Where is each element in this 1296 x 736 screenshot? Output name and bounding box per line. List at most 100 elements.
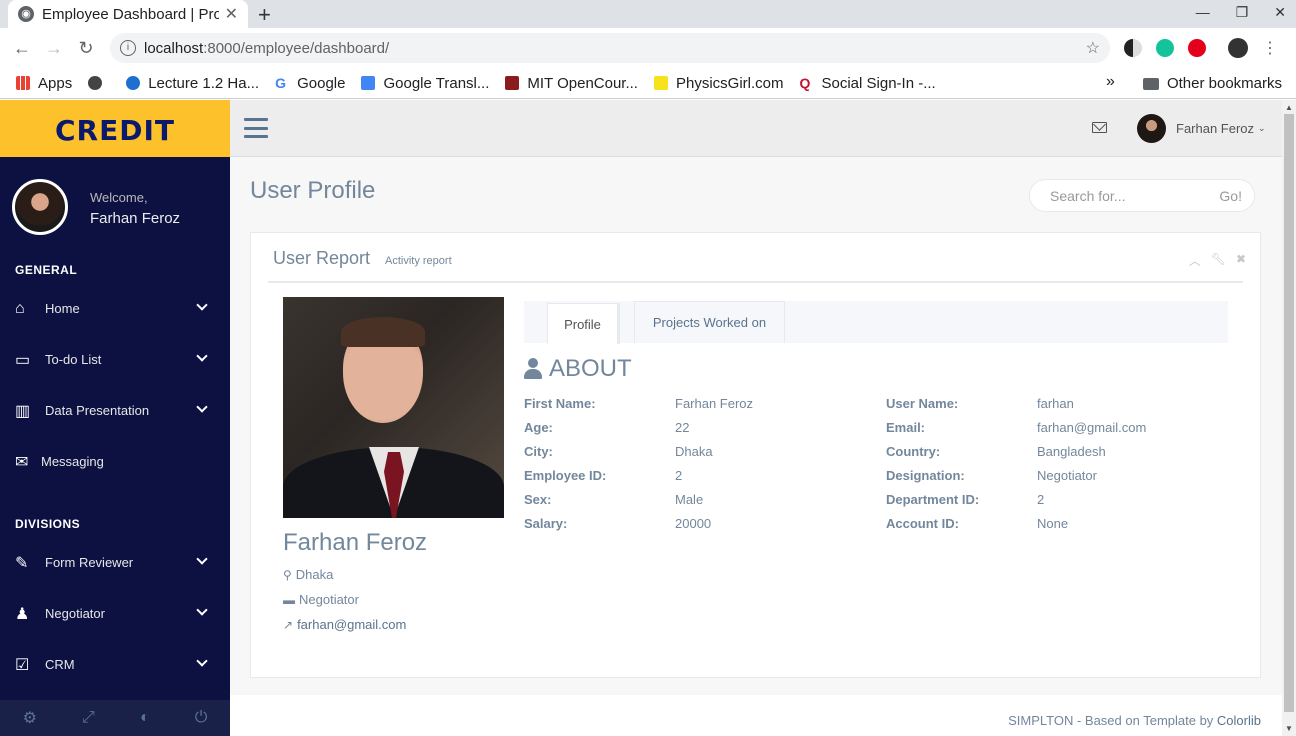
eye-slash-icon[interactable]: ◐	[140, 709, 150, 727]
field-label: City:	[524, 444, 553, 459]
chevron-down-icon: ⌄	[1258, 123, 1266, 133]
dark-mode-extension-icon[interactable]	[1124, 39, 1142, 57]
search-input[interactable]	[1050, 187, 1210, 204]
envelope-icon: ✉	[15, 453, 29, 471]
page-title: User Profile	[250, 177, 376, 204]
map-marker-icon: ⚲	[283, 568, 292, 582]
search-box: Go!	[1029, 179, 1255, 212]
profile-avatar-icon[interactable]	[1228, 38, 1248, 58]
bookmark-lecture[interactable]: Lecture 1.2 Ha...	[126, 75, 259, 92]
tab-profile[interactable]: Profile	[547, 303, 620, 344]
search-go-button[interactable]: Go!	[1219, 188, 1242, 204]
tab-projects-worked-on[interactable]: Projects Worked on	[634, 301, 785, 343]
field-value: 2	[1037, 492, 1045, 507]
home-icon: ⌂	[15, 299, 25, 317]
desktop-icon: ▭	[15, 351, 31, 369]
scroll-up-icon[interactable]: ▲	[1285, 103, 1293, 112]
q-icon: Q	[799, 75, 811, 91]
browser-tab-bar: ◉ Employee Dashboard | Pro ✕ + — ❐ ✕	[0, 0, 1296, 28]
grammarly-extension-icon[interactable]	[1156, 39, 1174, 57]
employee-email[interactable]: ↗ farhan@gmail.com	[283, 617, 406, 632]
field-label: Email:	[886, 420, 926, 435]
tab-close-icon[interactable]: ✕	[225, 4, 238, 24]
browser-menu-icon[interactable]: ⋮	[1262, 38, 1278, 58]
avatar	[12, 179, 68, 235]
employee-city: ⚲ Dhaka	[283, 567, 334, 582]
about-heading: ABOUT	[524, 355, 632, 383]
sidebar-item-home[interactable]: ⌂ Home	[0, 283, 230, 334]
field-label: User Name:	[886, 396, 959, 411]
chevron-down-icon	[196, 553, 208, 565]
scrollbar-thumb[interactable]	[1284, 114, 1294, 712]
bookmark-apps[interactable]: Apps	[16, 75, 72, 92]
field-label: Account ID:	[886, 516, 959, 531]
globe-icon: ◉	[18, 6, 34, 22]
physicsgirl-icon	[653, 76, 668, 90]
url-host: localhost	[144, 39, 204, 57]
bookmark-globe[interactable]	[88, 76, 110, 90]
sidebar-item-negotiator[interactable]: ♟ Negotiator	[0, 588, 230, 639]
adblock-extension-icon[interactable]	[1188, 39, 1206, 57]
new-tab-button[interactable]: +	[258, 2, 271, 28]
mit-icon	[505, 76, 520, 90]
info-icon[interactable]: i	[120, 40, 136, 56]
gear-icon[interactable]: ⚙	[23, 708, 37, 728]
bookmark-google[interactable]: G Google	[275, 75, 345, 92]
field-value: Male	[675, 492, 704, 507]
field-value: 2	[675, 468, 683, 483]
field-value: Bangladesh	[1037, 444, 1106, 459]
back-icon[interactable]: ←	[6, 38, 38, 59]
sidebar: CREDIT Welcome, Farhan Feroz GENERAL ⌂ H…	[0, 100, 230, 736]
field-label: Employee ID:	[524, 468, 607, 483]
collapse-icon[interactable]: ︿	[1189, 252, 1201, 269]
chevron-down-icon	[196, 655, 208, 667]
external-link-icon: ↗	[283, 618, 294, 632]
top-navigation: Farhan Feroz ⌄	[230, 100, 1296, 157]
sidebar-item-crm[interactable]: ☑ CRM	[0, 639, 230, 690]
profile-quick-info: Welcome, Farhan Feroz	[0, 157, 230, 257]
forward-icon[interactable]: →	[38, 38, 70, 59]
fullscreen-icon[interactable]: ⤢	[82, 709, 95, 727]
field-label: Sex:	[524, 492, 552, 507]
divider	[268, 281, 1243, 283]
sidebar-item-messaging[interactable]: ✉ Messaging	[0, 436, 230, 487]
briefcase-icon: ▬	[283, 593, 295, 607]
address-bar[interactable]: i localhost :8000/employee/dashboard/ ☆	[110, 33, 1110, 63]
field-value: 20000	[675, 516, 712, 531]
main-content: User Profile Go! User Report Activity re…	[230, 157, 1282, 736]
menu-toggle-icon[interactable]	[244, 118, 268, 138]
topnav-user-name: Farhan Feroz	[1176, 121, 1255, 136]
bookmark-mit[interactable]: MIT OpenCour...	[505, 75, 638, 92]
sidebar-item-data-presentation[interactable]: ▥ Data Presentation	[0, 385, 230, 436]
field-value: Farhan Feroz	[675, 396, 754, 411]
reload-icon[interactable]: ↻	[70, 38, 102, 59]
field-label: Designation:	[886, 468, 965, 483]
bookmark-physicsgirl[interactable]: PhysicsGirl.com	[653, 75, 784, 92]
bookmarks-overflow-button[interactable]: »	[1106, 73, 1115, 91]
extension-icons: ⋮	[1124, 38, 1278, 58]
other-bookmarks[interactable]: Other bookmarks	[1142, 75, 1282, 92]
user-dropdown[interactable]: Farhan Feroz ⌄	[1137, 114, 1266, 143]
sidebar-item-todo[interactable]: ▭ To-do List	[0, 334, 230, 385]
field-label: Country:	[886, 444, 941, 459]
close-icon[interactable]: ✖	[1236, 252, 1246, 269]
page-scrollbar[interactable]: ▲ ▼	[1282, 100, 1296, 736]
minimize-button[interactable]: —	[1196, 4, 1210, 21]
sidebar-user-name: Farhan Feroz	[90, 210, 181, 227]
browser-tab[interactable]: ◉ Employee Dashboard | Pro ✕	[8, 0, 248, 28]
colorlib-link[interactable]: Colorlib	[1217, 713, 1261, 728]
sidebar-item-form-reviewer[interactable]: ✎ Form Reviewer	[0, 537, 230, 588]
bookmark-google-translate[interactable]: Google Transl...	[361, 75, 489, 92]
scroll-down-icon[interactable]: ▼	[1285, 724, 1293, 733]
bookmark-social-signin[interactable]: Q Social Sign-In -...	[800, 75, 936, 92]
bookmark-star-icon[interactable]: ☆	[1086, 38, 1100, 58]
brand-logo[interactable]: CREDIT	[0, 100, 230, 157]
close-window-button[interactable]: ✕	[1274, 4, 1286, 21]
field-value: None	[1037, 516, 1069, 531]
power-icon[interactable]: ⏻	[195, 709, 208, 727]
wrench-icon[interactable]: 🔧︎	[1211, 252, 1226, 269]
maximize-button[interactable]: ❐	[1236, 4, 1249, 21]
user-report-panel: User Report Activity report ︿ 🔧︎ ✖ Farha…	[250, 232, 1261, 678]
envelope-icon[interactable]	[1092, 122, 1107, 133]
avatar	[1137, 114, 1166, 143]
